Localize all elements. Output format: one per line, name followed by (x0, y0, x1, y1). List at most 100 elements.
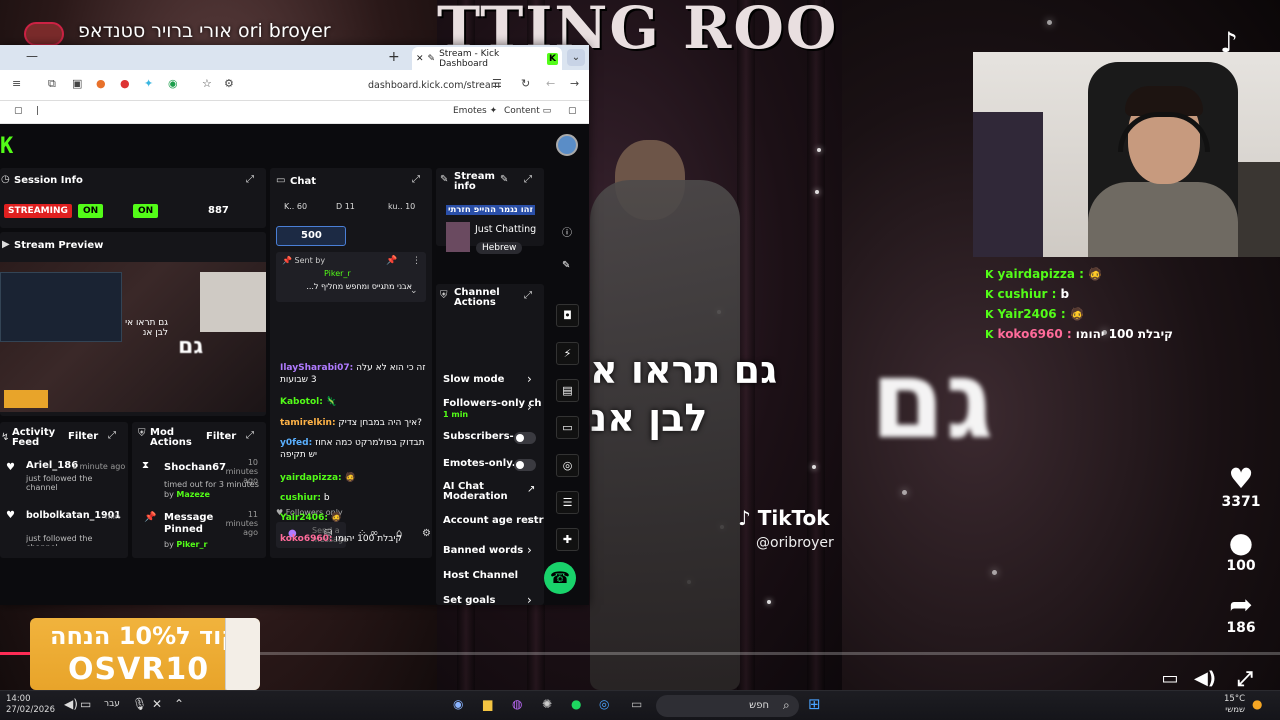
tune-icon[interactable]: ☰ (492, 77, 502, 90)
chat-username[interactable]: Yair2406: (280, 513, 328, 523)
message-icon[interactable]: ▭ (556, 416, 579, 439)
status-toggle[interactable]: ON (133, 204, 159, 218)
extension-icon[interactable]: ● (120, 77, 130, 90)
comment-button[interactable]: ● 100 (1216, 528, 1266, 575)
set-goals-action[interactable]: Set goals (443, 595, 495, 605)
wrench-icon[interactable]: ✚ (556, 528, 579, 551)
chevron-right-icon[interactable]: › (527, 513, 532, 527)
speaker-icon[interactable]: ◀) (64, 697, 78, 711)
slow-mode-action[interactable]: Slow mode (443, 374, 504, 385)
tab-search-button[interactable]: ⌄ (567, 49, 585, 66)
server-icon[interactable]: ☰ (556, 491, 579, 514)
banned-words-action[interactable]: Banned words (443, 545, 523, 556)
pencil-icon[interactable]: ✎ (562, 260, 570, 271)
info-icon[interactable]: ⓘ (562, 224, 572, 239)
popout-icon[interactable]: ⤢ (524, 290, 532, 301)
chat-username[interactable]: cushiur: (280, 493, 321, 503)
chat-username[interactable]: yairdapizza: (280, 473, 342, 483)
input-language[interactable]: עבר (104, 699, 120, 709)
more-icon[interactable]: ⋮ (412, 256, 421, 266)
menu-icon[interactable]: ≡ (12, 77, 21, 90)
extensions-icon[interactable]: ⧉ (48, 77, 56, 91)
chat-username[interactable]: IlaySharabi07: (280, 363, 353, 373)
share-button[interactable]: ➦ 186 (1216, 590, 1266, 637)
external-link-icon[interactable]: ↗ (527, 484, 535, 495)
lightning-icon[interactable]: ⚡ (556, 342, 579, 365)
popout-icon[interactable]: ⤢ (246, 430, 254, 441)
bookmark-folder-icon[interactable]: ▢ (14, 106, 23, 116)
subscribers-only-action[interactable]: Subscribers-... (443, 431, 525, 442)
chevron-right-icon[interactable]: › (527, 543, 532, 557)
filter-button[interactable]: Filter (206, 431, 236, 442)
mic-icon[interactable]: 🎙 (132, 697, 147, 711)
stream-preview-video[interactable]: גם תראו אי לבן אנ גם (0, 262, 266, 412)
chat-username[interactable]: koko6960: (280, 534, 333, 544)
bookmark-content[interactable]: Content ▭ (504, 106, 551, 116)
chrome-icon[interactable]: ◎ (599, 697, 609, 711)
broadcast-icon[interactable]: ◎ (556, 454, 579, 477)
kick-logo[interactable]: K (0, 134, 13, 159)
document-icon[interactable]: ▤ (556, 379, 579, 402)
emotes-only-action[interactable]: Emotes-only... (443, 458, 523, 469)
like-button[interactable]: ♥ 3371 (1216, 464, 1266, 511)
new-tab-button[interactable]: + (388, 49, 400, 65)
screen-icon[interactable]: ◘ (556, 304, 579, 327)
bookmark-folder-icon[interactable]: ▢ (568, 106, 577, 116)
bookmark-emotes[interactable]: Emotes ✦ (453, 106, 497, 116)
forward-icon[interactable]: ← (546, 77, 555, 90)
bookmark-star-icon[interactable]: ☆ (202, 77, 212, 90)
fullscreen-button[interactable]: ⤢ (1220, 666, 1270, 690)
tab-kick-dashboard[interactable]: ✕ ✎ Stream - Kick Dashboard K (412, 47, 562, 70)
back-icon[interactable]: → (570, 77, 579, 90)
pinned-message[interactable]: 📌 Sent by 📌 ⋮ Piker_r אבני מתגייס ומחפש … (276, 252, 426, 302)
file-explorer-icon[interactable]: ▆ (483, 697, 492, 711)
extension-icon[interactable]: ◉ (168, 77, 178, 90)
obs-icon[interactable]: ◍ (512, 697, 522, 711)
subscribers-only-toggle[interactable] (514, 432, 536, 444)
app-icon[interactable]: ✺ (542, 697, 552, 711)
reload-icon[interactable]: ↻ (521, 77, 530, 90)
mute-icon[interactable]: ✕ (152, 697, 162, 711)
status-toggle[interactable]: ON (78, 204, 104, 218)
site-settings-icon[interactable]: ⚙ (224, 77, 234, 90)
ai-moderation-action[interactable]: AI Chat Moderation (443, 482, 513, 502)
chevron-down-icon[interactable]: ⌄ (410, 286, 418, 296)
taskbar-search[interactable]: חפש (656, 695, 799, 717)
mod-by-user[interactable]: Mazeze (176, 490, 210, 499)
chat-username[interactable]: y0fed: (280, 438, 312, 448)
task-view-icon[interactable]: ▭ (631, 697, 642, 711)
url-field[interactable]: dashboard.kick.com/stream (300, 75, 510, 96)
close-tab-icon[interactable]: ✕ (416, 54, 424, 64)
edit-icon[interactable]: ✎ (500, 174, 508, 185)
activity-user[interactable]: Ariel_186 (26, 460, 78, 471)
extension-icon[interactable]: ● (96, 77, 106, 90)
emotes-only-toggle[interactable] (514, 459, 536, 471)
chevron-right-icon[interactable]: › (527, 372, 532, 386)
popout-icon[interactable]: ⤢ (246, 174, 254, 185)
network-icon[interactable]: ▭ (80, 697, 91, 711)
host-channel-action[interactable]: Host Channel (443, 570, 518, 581)
pinned-user[interactable]: Piker_r (324, 269, 351, 278)
user-avatar[interactable] (556, 134, 578, 156)
filter-button[interactable]: Filter (68, 431, 98, 442)
chevron-right-icon[interactable]: › (527, 400, 532, 414)
popout-icon[interactable]: ⤢ (108, 430, 116, 441)
pin-icon[interactable]: 📌 (386, 256, 397, 266)
minimize-icon[interactable]: — (26, 49, 38, 63)
popout-icon[interactable]: ⤢ (524, 174, 532, 185)
extension-icon[interactable]: ✦ (144, 77, 153, 90)
chevron-up-icon[interactable]: ⌃ (174, 697, 184, 711)
chat-username[interactable]: Kabotol: (280, 397, 323, 407)
support-chat-button[interactable]: ☎ (544, 562, 576, 594)
stream-title[interactable]: זהו נגמר ההייפ חזרתי (446, 205, 535, 215)
category-name[interactable]: Just Chatting (475, 224, 536, 235)
chat-username[interactable]: tamirelkin: (280, 418, 336, 428)
spotify-icon[interactable]: ● (571, 697, 581, 711)
mod-by-user[interactable]: Piker_r (176, 540, 207, 549)
discord-icon[interactable]: ◉ (453, 697, 463, 711)
popout-icon[interactable]: ⤢ (412, 174, 420, 185)
windows-start-icon[interactable]: ⊞ (808, 695, 821, 713)
goal-badge[interactable]: 500 (276, 226, 346, 246)
clock[interactable]: 14:00 27/02/2026 (6, 694, 55, 716)
chevron-right-icon[interactable]: › (527, 593, 532, 605)
